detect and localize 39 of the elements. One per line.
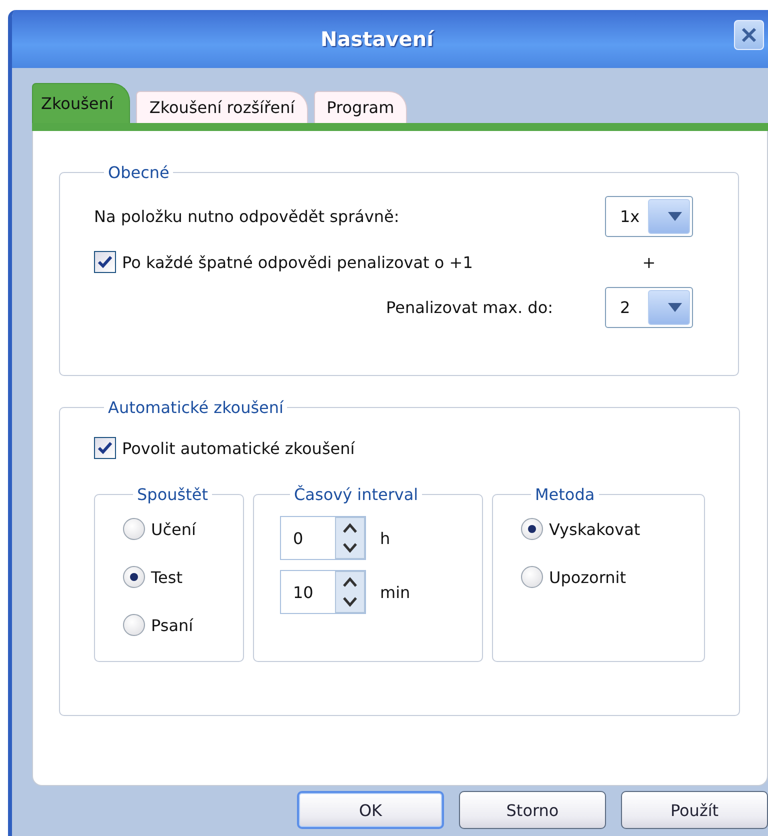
dropdown[interactable]: 1x <box>605 196 693 237</box>
radio-label: Test <box>151 568 183 586</box>
close-button[interactable] <box>734 20 764 50</box>
dialog-button[interactable]: Storno <box>459 791 606 829</box>
radio-label: Upozornit <box>549 568 626 586</box>
unit-label: h <box>380 528 390 548</box>
plus-sign: + <box>642 252 656 272</box>
checkbox-label: Po každé špatné odpovědi penalizovat o +1 <box>122 252 473 272</box>
radio-label: Psaní <box>151 616 194 634</box>
checkbox[interactable] <box>94 437 116 459</box>
group-title: Obecné <box>107 163 170 182</box>
spin-box[interactable]: 0 <box>280 516 366 560</box>
unit-label: min <box>380 582 410 602</box>
radio-label: Učení <box>151 520 196 538</box>
dropdown[interactable]: 2 <box>605 287 693 328</box>
group-title: Automatické zkoušení <box>107 398 285 417</box>
radio-button[interactable] <box>123 518 145 540</box>
group-title: Spouštět <box>136 485 209 504</box>
spin-box[interactable]: 10 <box>280 570 366 614</box>
radio-label: Vyskakovat <box>549 520 640 538</box>
window-title: Nastavení <box>320 27 434 51</box>
field-label: Penalizovat max. do: <box>386 298 553 317</box>
caret-icon <box>668 303 682 312</box>
group-title: Metoda <box>534 485 596 504</box>
tab[interactable]: Program <box>314 91 408 123</box>
close-icon <box>740 26 758 44</box>
radio-button[interactable] <box>123 614 145 636</box>
dialog-button[interactable]: Použít <box>621 791 768 829</box>
radio-button[interactable] <box>521 518 543 540</box>
field-label: Na položku nutno odpovědět správně: <box>94 207 400 226</box>
checkbox-label: Povolit automatické zkoušení <box>122 438 355 458</box>
caret-icon <box>668 212 682 221</box>
dialog-button[interactable]: OK <box>297 791 444 829</box>
tab[interactable]: Zkoušení <box>32 83 130 123</box>
checkbox[interactable] <box>94 251 116 273</box>
tab[interactable]: Zkoušení rozšíření <box>136 91 308 123</box>
radio-button[interactable] <box>521 566 543 588</box>
radio-button[interactable] <box>123 566 145 588</box>
group-title: Časový interval <box>293 485 420 504</box>
